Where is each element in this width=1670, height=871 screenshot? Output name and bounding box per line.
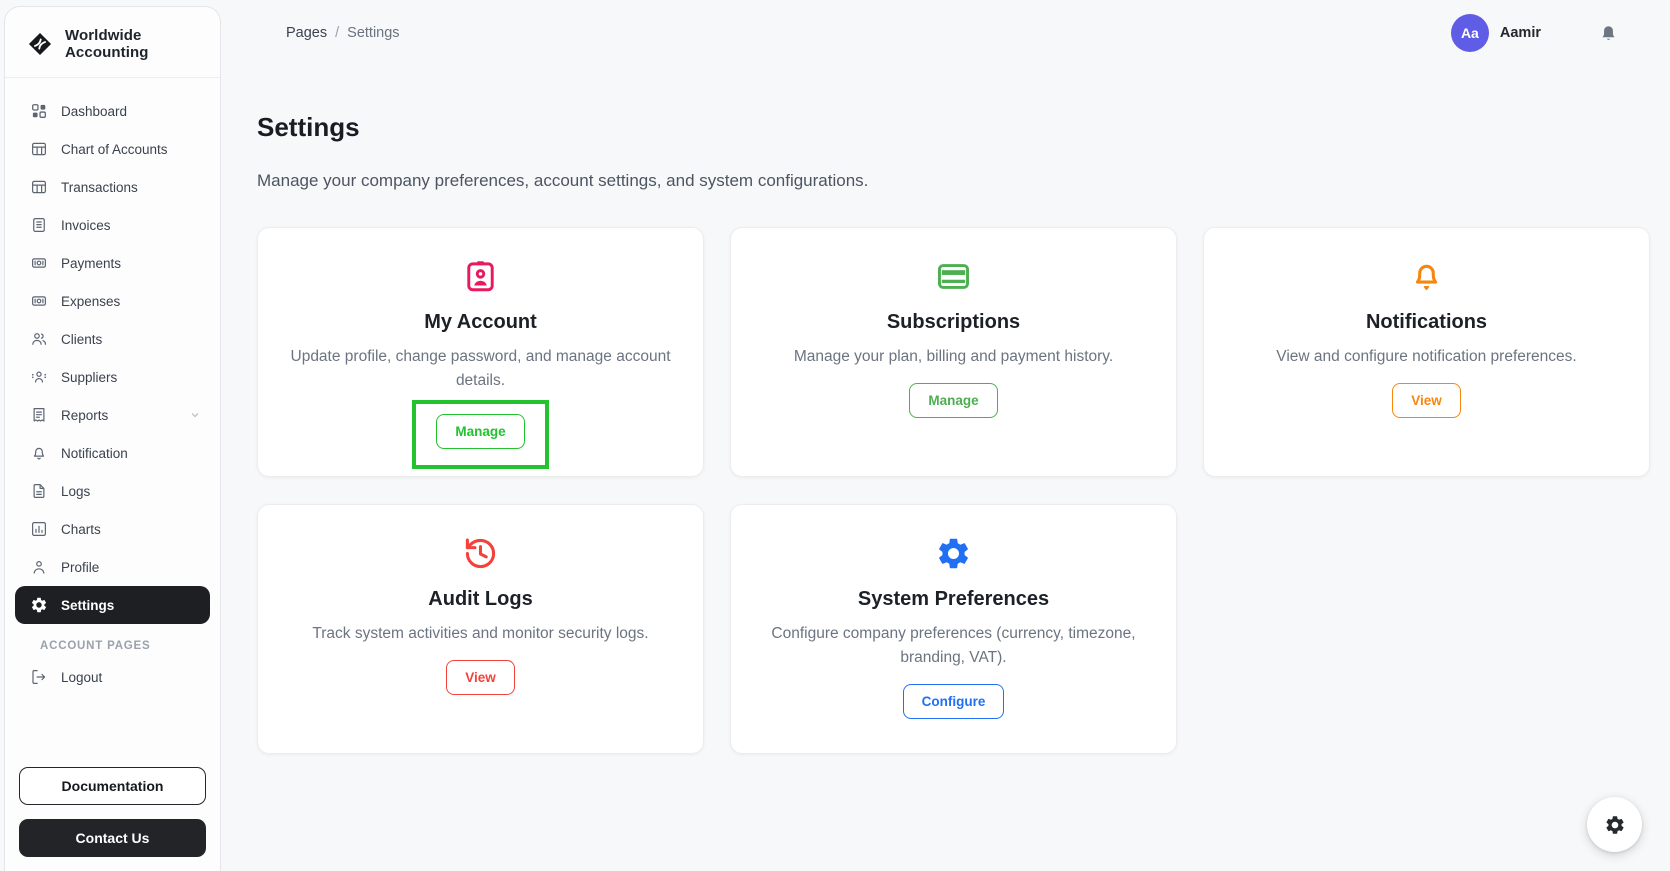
sidebar-item-label: Expenses xyxy=(61,293,121,309)
sidebar-item-label: Chart of Accounts xyxy=(61,141,168,157)
sidebar-item-suppliers[interactable]: Suppliers xyxy=(15,358,210,396)
avatar[interactable]: Aa xyxy=(1450,14,1489,52)
sidebar-item-label: Charts xyxy=(61,521,101,537)
topbar: Pages / Settings Aa Aamir xyxy=(222,0,1670,52)
clients-icon xyxy=(30,330,48,348)
chevron-down-icon xyxy=(188,408,202,422)
card-title: Notifications xyxy=(1365,311,1488,333)
documentation-button[interactable]: Documentation xyxy=(19,767,206,805)
chart-icon xyxy=(30,520,48,538)
table-icon xyxy=(30,178,48,196)
sidebar-item-payments[interactable]: Payments xyxy=(15,244,210,282)
banknote-icon xyxy=(30,254,48,272)
brand-name: Worldwide Accounting xyxy=(65,27,149,61)
sidebar-item-profile[interactable]: Profile xyxy=(15,548,210,586)
sidebar-nav: Dashboard Chart of Accounts Transactions… xyxy=(5,78,220,696)
card-description: View and configure notification preferen… xyxy=(1276,348,1577,365)
suppliers-icon xyxy=(30,368,48,386)
sidebar-item-label: Settings xyxy=(61,597,115,613)
topbar-right: Aa Aamir xyxy=(1450,14,1618,52)
bell-icon[interactable] xyxy=(1599,24,1618,43)
settings-fab-button[interactable] xyxy=(1587,797,1642,852)
bell-icon xyxy=(1408,258,1445,295)
sidebar-item-expenses[interactable]: Expenses xyxy=(15,282,210,320)
gear-icon xyxy=(1605,815,1624,834)
sidebar-item-label: Logout xyxy=(61,669,103,685)
report-icon xyxy=(30,406,48,424)
sidebar-item-label: Suppliers xyxy=(61,369,118,385)
contact-us-button[interactable]: Contact Us xyxy=(19,819,206,857)
sidebar-item-label: Reports xyxy=(61,407,109,423)
banknote-icon xyxy=(30,292,48,310)
card-title: Audit Logs xyxy=(428,588,533,610)
table-icon xyxy=(30,140,48,158)
main-content: Pages / Settings Aa Aamir Settings Manag… xyxy=(222,0,1670,871)
sidebar-item-label: Payments xyxy=(61,255,122,271)
card-audit-logs: Audit Logs Track system activities and m… xyxy=(257,504,704,754)
sidebar-item-chart-of-accounts[interactable]: Chart of Accounts xyxy=(15,130,210,168)
card-description: Track system activities and monitor secu… xyxy=(312,625,649,642)
gear-icon xyxy=(935,535,972,572)
subscriptions-manage-button[interactable]: Manage xyxy=(909,383,998,419)
card-title: Subscriptions xyxy=(886,311,1021,333)
history-icon xyxy=(462,535,499,572)
page-subtitle: Manage your company preferences, account… xyxy=(257,171,869,190)
sidebar-item-label: Profile xyxy=(61,559,100,575)
audit-logs-view-button[interactable]: View xyxy=(446,660,515,696)
card-title: My Account xyxy=(424,311,537,333)
sidebar-item-settings[interactable]: Settings xyxy=(15,586,210,624)
brand-logo-icon xyxy=(27,31,53,57)
sidebar-item-transactions[interactable]: Transactions xyxy=(15,168,210,206)
sidebar: Worldwide Accounting Dashboard Chart of … xyxy=(4,6,221,871)
system-preferences-configure-button[interactable]: Configure xyxy=(902,684,1005,720)
card-subscriptions: Subscriptions Manage your plan, billing … xyxy=(730,227,1177,477)
sidebar-item-label: Logs xyxy=(61,483,91,499)
annotation-highlight-box: Manage xyxy=(412,400,549,470)
bell-icon xyxy=(30,444,48,462)
sidebar-item-logout[interactable]: Logout xyxy=(15,658,210,696)
credit-card-icon xyxy=(935,258,972,295)
notifications-view-button[interactable]: View xyxy=(1392,383,1461,419)
card-my-account: My Account Update profile, change passwo… xyxy=(257,227,704,477)
file-icon xyxy=(30,482,48,500)
breadcrumb-root[interactable]: Pages xyxy=(286,25,327,41)
person-icon xyxy=(30,558,48,576)
invoice-icon xyxy=(30,216,48,234)
sidebar-item-reports[interactable]: Reports xyxy=(15,396,210,434)
page-title: Settings xyxy=(257,112,360,142)
card-title: System Preferences xyxy=(857,588,1050,610)
card-notifications: Notifications View and configure notific… xyxy=(1203,227,1650,477)
sidebar-item-logs[interactable]: Logs xyxy=(15,472,210,510)
breadcrumb-current: Settings xyxy=(347,25,400,41)
card-description: Configure company preferences (currency,… xyxy=(771,625,1136,667)
card-system-preferences: System Preferences Configure company pre… xyxy=(730,504,1177,754)
sidebar-item-notification[interactable]: Notification xyxy=(15,434,210,472)
breadcrumb: Pages / Settings xyxy=(286,25,400,41)
brand: Worldwide Accounting xyxy=(5,7,220,77)
sidebar-item-dashboard[interactable]: Dashboard xyxy=(15,92,210,130)
gear-icon xyxy=(30,596,48,614)
card-description: Manage your plan, billing and payment hi… xyxy=(793,348,1114,365)
card-description: Update profile, change password, and man… xyxy=(290,348,671,390)
sidebar-item-clients[interactable]: Clients xyxy=(15,320,210,358)
sidebar-section-label: ACCOUNT PAGES xyxy=(40,640,151,652)
sidebar-item-label: Clients xyxy=(61,331,103,347)
sidebar-item-label: Transactions xyxy=(61,179,138,195)
sidebar-item-invoices[interactable]: Invoices xyxy=(15,206,210,244)
id-badge-icon xyxy=(462,258,499,295)
my-account-manage-button[interactable]: Manage xyxy=(436,414,525,450)
sidebar-item-label: Notification xyxy=(61,445,128,461)
sidebar-item-charts[interactable]: Charts xyxy=(15,510,210,548)
user-name: Aamir xyxy=(1499,25,1541,41)
breadcrumb-separator: / xyxy=(335,25,340,41)
settings-cards-grid: My Account Update profile, change passwo… xyxy=(257,227,1651,754)
sidebar-item-label: Invoices xyxy=(61,217,111,233)
sidebar-item-label: Dashboard xyxy=(61,103,128,119)
dashboard-icon xyxy=(30,102,48,120)
logout-icon xyxy=(30,668,48,686)
